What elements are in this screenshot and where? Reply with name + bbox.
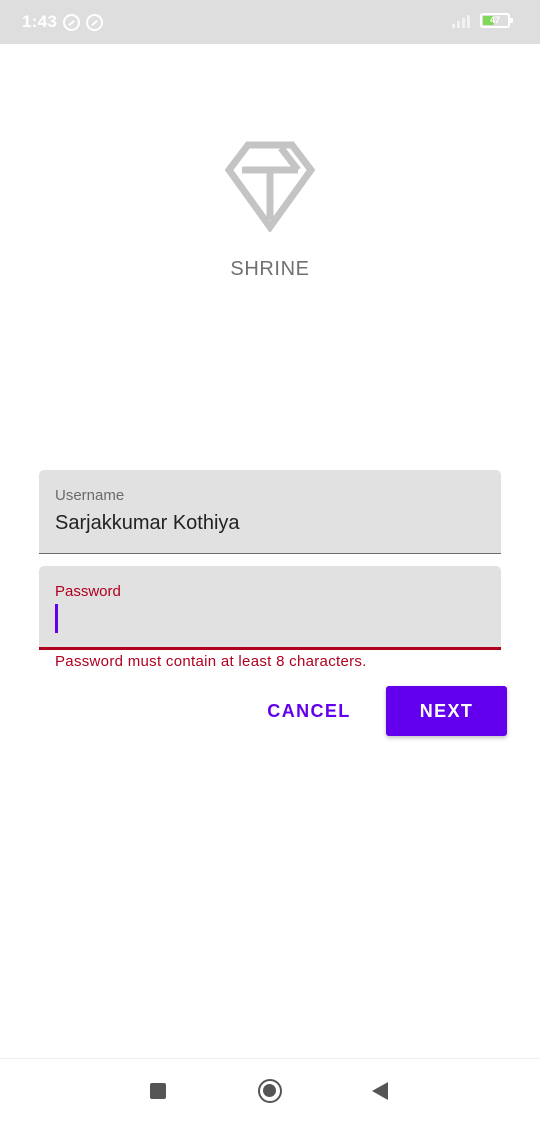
status-time: 1:43 [22,12,58,31]
password-error-text: Password must contain at least 8 charact… [55,653,367,670]
status-bar: 1:43 47 [0,0,540,44]
status-right: 47 [450,12,513,28]
back-icon[interactable] [372,1082,388,1100]
username-field[interactable]: Username Sarjakkumar Kothiya [39,470,501,554]
diamond-icon [225,141,315,232]
notification-icon [63,13,81,31]
password-label: Password [55,583,121,600]
battery-icon: 47 [480,12,513,28]
login-screen: 1:43 47 SHRINE Username Sarjakkumar Koth… [0,0,540,1123]
username-value[interactable]: Sarjakkumar Kothiya [55,512,240,535]
brand-title: SHRINE [230,258,310,280]
password-field[interactable]: Password [39,566,501,650]
text-cursor [55,604,58,633]
navigation-bar [0,1058,540,1123]
signal-icon [450,12,470,28]
cancel-button[interactable]: CANCEL [255,686,363,736]
home-icon[interactable] [258,1079,282,1103]
recents-icon[interactable] [150,1083,166,1099]
battery-level: 47 [489,15,500,25]
sync-icon [86,13,104,31]
username-label: Username [55,487,125,504]
next-button[interactable]: NEXT [386,686,507,736]
